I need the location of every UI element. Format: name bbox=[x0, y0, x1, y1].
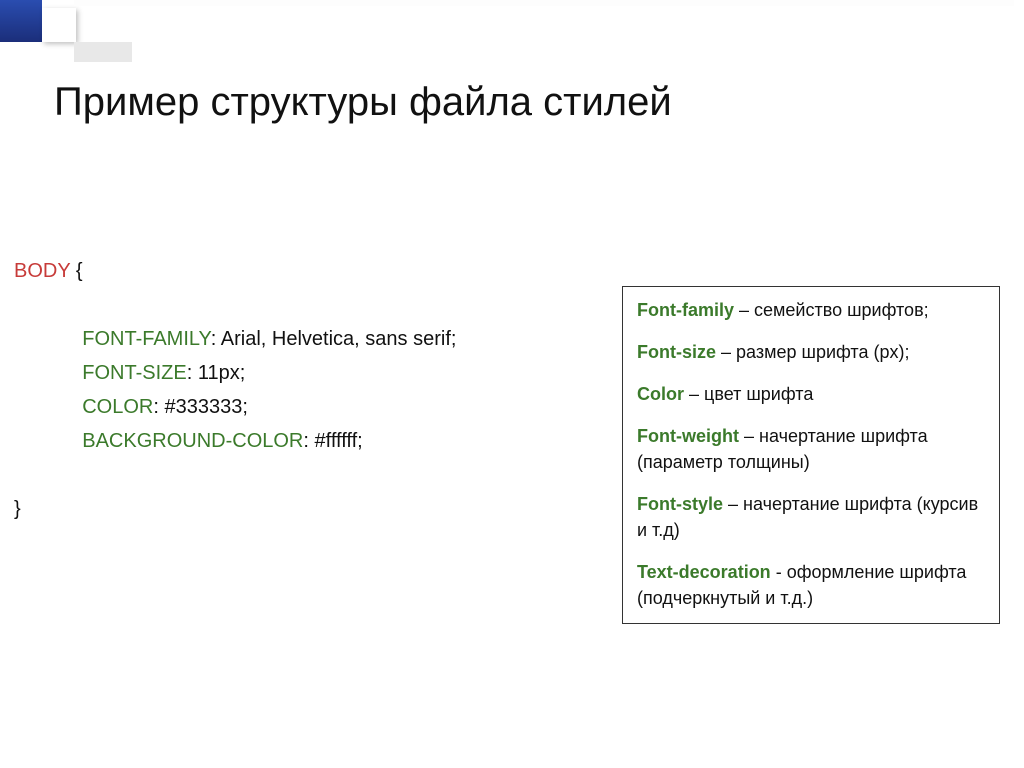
val-font-size: 11px; bbox=[198, 362, 245, 384]
legend-desc-font-family: – семейство шрифтов; bbox=[739, 300, 929, 320]
legend-kw-text-decoration: Text-decoration bbox=[637, 562, 771, 582]
legend-kw-font-family: Font-family bbox=[637, 300, 734, 320]
val-font-family: Arial, Helvetica, sans serif; bbox=[221, 328, 457, 350]
legend-item-color: Color – цвет шрифта bbox=[637, 381, 985, 407]
deco-square-white bbox=[42, 8, 76, 42]
colon: : bbox=[303, 430, 314, 452]
legend-kw-color: Color bbox=[637, 384, 684, 404]
css-code-block: BODY { FONT-FAMILY: Arial, Helvetica, sa… bbox=[14, 152, 456, 768]
slide-canvas: Пример структуры файла стилей BODY { FON… bbox=[0, 0, 1024, 768]
legend-kw-font-size: Font-size bbox=[637, 342, 716, 362]
page-title: Пример структуры файла стилей bbox=[54, 80, 672, 125]
legend-item-font-weight: Font-weight – начертание шрифта (парамет… bbox=[637, 423, 985, 475]
val-bg-color: #ffffff; bbox=[315, 430, 363, 452]
legend-desc-color: – цвет шрифта bbox=[689, 384, 813, 404]
selector-body: BODY bbox=[14, 260, 70, 282]
prop-bg-color: BACKGROUND-COLOR bbox=[82, 430, 303, 452]
legend-box: Font-family – семейство шрифтов; Font-si… bbox=[622, 286, 1000, 624]
legend-item-font-family: Font-family – семейство шрифтов; bbox=[637, 297, 985, 323]
legend-kw-font-style: Font-style bbox=[637, 494, 723, 514]
prop-font-size: FONT-SIZE bbox=[82, 362, 186, 384]
colon: : bbox=[153, 396, 164, 418]
deco-rect-gray bbox=[74, 42, 132, 62]
legend-item-text-decoration: Text-decoration - оформление шрифта (под… bbox=[637, 559, 985, 611]
deco-strip bbox=[74, 0, 1014, 6]
brace-open: { bbox=[76, 260, 83, 282]
prop-color: COLOR bbox=[82, 396, 153, 418]
deco-square-blue bbox=[0, 0, 42, 42]
legend-item-font-style: Font-style – начертание шрифта (курсив и… bbox=[637, 491, 985, 543]
colon: : bbox=[211, 328, 221, 350]
val-color: #333333; bbox=[164, 396, 247, 418]
colon: : bbox=[187, 362, 198, 384]
legend-desc-font-size: – размер шрифта (px); bbox=[721, 342, 909, 362]
prop-font-family: FONT-FAMILY bbox=[82, 328, 211, 350]
legend-kw-font-weight: Font-weight bbox=[637, 426, 739, 446]
brace-close: } bbox=[14, 498, 21, 520]
legend-item-font-size: Font-size – размер шрифта (px); bbox=[637, 339, 985, 365]
